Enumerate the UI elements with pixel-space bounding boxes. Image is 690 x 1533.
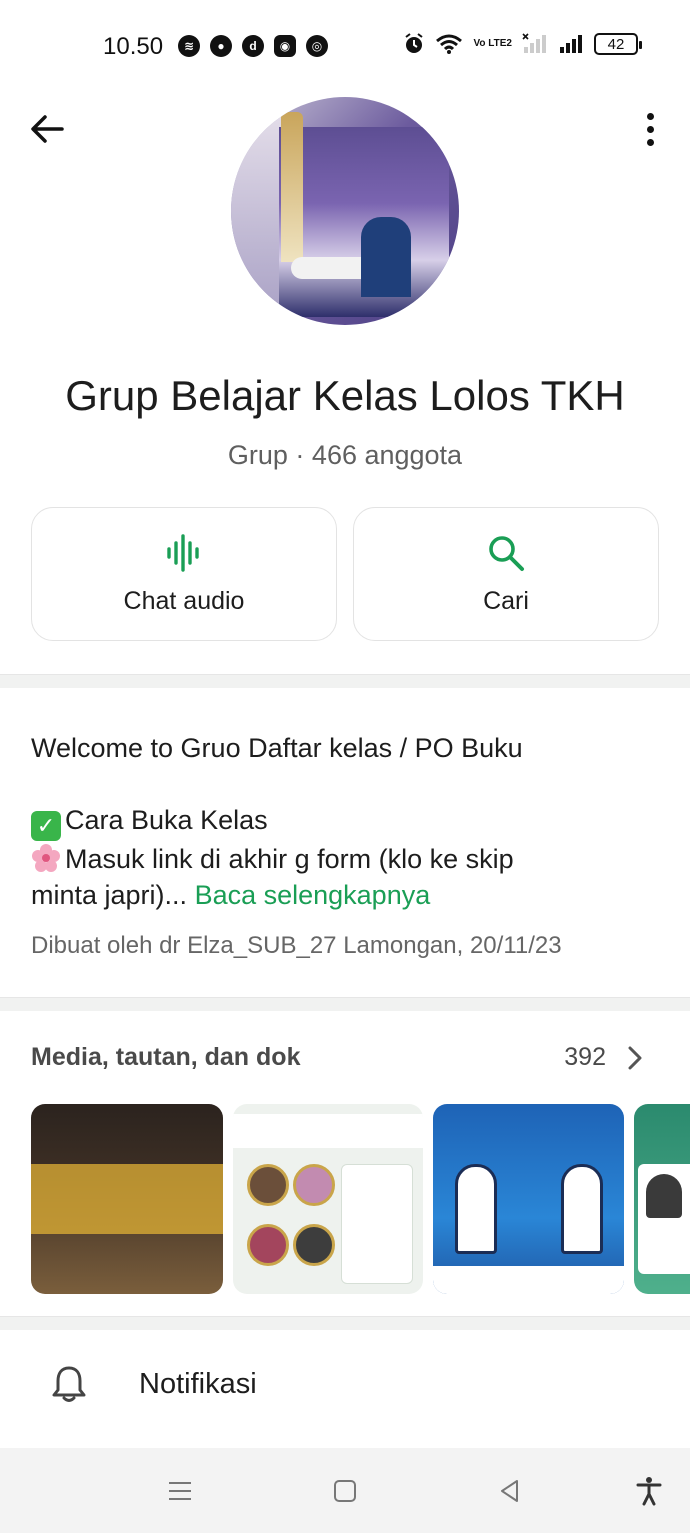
status-bar: 10.50 ≋ ● d ◉ ◎ Vo LTE2 42 (0, 0, 690, 92)
app-notification-icon: d (242, 35, 264, 57)
read-more-link[interactable]: Baca selengkapnya (195, 880, 431, 910)
app-notification-icon: ◎ (306, 35, 328, 57)
media-section-title[interactable]: Media, tautan, dan dok (31, 1043, 300, 1072)
signal-empty-icon (522, 33, 546, 53)
media-thumbnail[interactable] (634, 1104, 690, 1294)
flower-icon (32, 844, 60, 872)
triangle-back-icon (501, 1480, 518, 1502)
group-description[interactable]: Welcome to Gruo Daftar kelas / PO Buku ✓… (31, 730, 661, 913)
back-button[interactable] (26, 108, 68, 150)
section-divider (0, 674, 690, 688)
accessibility-button[interactable] (632, 1474, 666, 1508)
notification-icons: ≋ ● d ◉ ◎ (178, 35, 328, 57)
home-button[interactable] (328, 1474, 362, 1508)
group-member-count: Grup · 466 anggota (227, 440, 463, 470)
search-label: Cari (483, 586, 529, 615)
app-notification-icon: ≋ (178, 35, 200, 57)
section-divider (0, 997, 690, 1011)
home-square-icon (334, 1480, 356, 1502)
system-nav-bar (0, 1448, 690, 1533)
media-thumbnail[interactable] (433, 1104, 624, 1294)
notifications-row[interactable]: Notifikasi (0, 1330, 690, 1440)
description-line: minta japri)... (31, 880, 188, 910)
media-thumbnail[interactable] (31, 1104, 223, 1294)
wifi-icon (436, 34, 463, 54)
check-mark-icon: ✓ (31, 811, 61, 841)
nav-back-button[interactable] (493, 1474, 527, 1508)
signal-icon (560, 35, 582, 53)
volte-indicator: Vo LTE2 (473, 38, 512, 49)
more-options-button[interactable] (636, 108, 664, 150)
audio-wave-icon (167, 533, 199, 572)
group-name: Grup Belajar Kelas Lolos TKH (65, 372, 625, 419)
recent-apps-button[interactable] (163, 1474, 197, 1508)
status-time: 10.50 (103, 33, 164, 60)
search-icon (489, 535, 524, 571)
bell-icon (52, 1366, 86, 1402)
chat-audio-button[interactable]: Chat audio (31, 507, 337, 641)
description-line: Cara Buka Kelas (65, 805, 268, 835)
app-notification-icon: ● (210, 35, 232, 57)
notifications-label: Notifikasi (139, 1368, 257, 1400)
media-count[interactable]: 392 (564, 1043, 606, 1072)
chat-audio-label: Chat audio (123, 586, 245, 615)
battery-icon: 42 (594, 33, 642, 55)
alarm-icon (405, 33, 424, 53)
accessibility-icon (636, 1477, 662, 1506)
section-divider (0, 1316, 690, 1330)
group-avatar[interactable] (231, 97, 459, 325)
menu-lines-icon (169, 1482, 191, 1500)
arrow-left-icon (31, 115, 64, 143)
description-line: Welcome to Gruo Daftar kelas / PO Buku (31, 733, 523, 763)
system-indicators: Vo LTE2 42 (403, 33, 642, 55)
app-notification-icon: ◉ (274, 35, 296, 57)
chevron-right-icon[interactable] (624, 1044, 646, 1072)
created-by-text: Dibuat oleh dr Elza_SUB_27 Lamongan, 20/… (31, 932, 562, 959)
search-button[interactable]: Cari (353, 507, 659, 641)
more-vertical-icon (646, 112, 654, 120)
media-thumbnail[interactable] (233, 1104, 423, 1294)
description-line: Masuk link di akhir g form (klo ke skip (65, 844, 514, 874)
